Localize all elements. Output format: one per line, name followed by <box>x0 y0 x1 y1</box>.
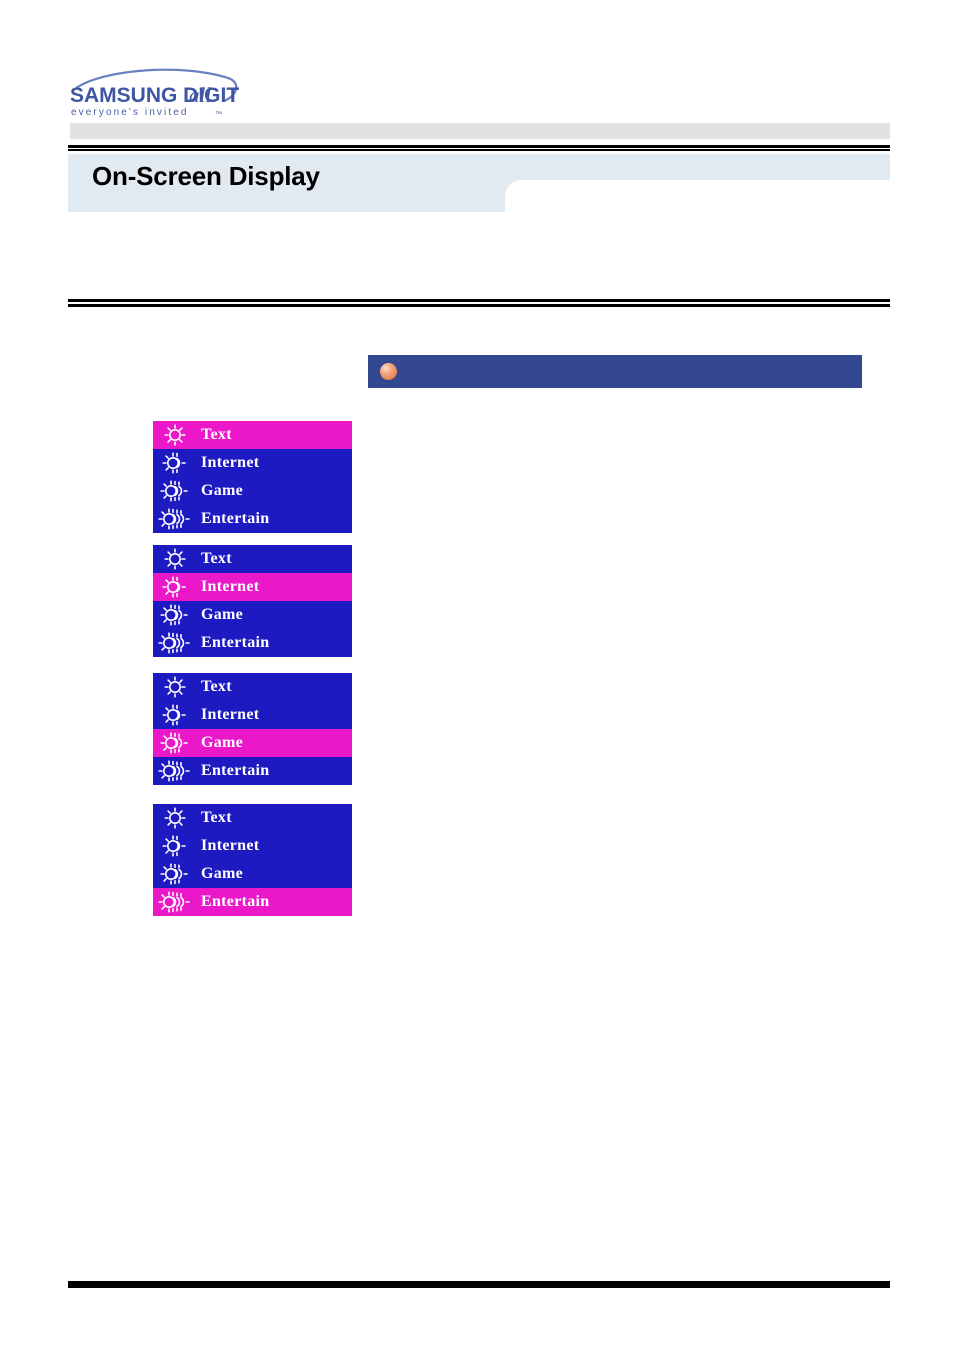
osd-row-game[interactable]: Game <box>153 601 352 629</box>
osd-row-label: Text <box>201 678 232 695</box>
osd-row-label: Internet <box>201 454 260 471</box>
osd-row-game[interactable]: Game <box>153 860 352 888</box>
osd-row-text[interactable]: Text <box>153 421 352 449</box>
osd-row-internet[interactable]: Internet <box>153 701 352 729</box>
osd-row-label: Entertain <box>201 634 270 651</box>
osd-row-label: Game <box>201 734 244 751</box>
osd-menu-panel-game-selected[interactable]: Text Internet Game Entertain <box>153 673 352 785</box>
page-title-band: On-Screen Display <box>68 154 890 212</box>
samsung-logo: SAMSUNG DIGIT all everyone's invited ™ <box>68 62 243 120</box>
osd-row-label: Entertain <box>201 510 270 527</box>
orange-sphere-bullet-icon <box>380 363 397 380</box>
osd-row-entertain[interactable]: Entertain <box>153 505 352 533</box>
osd-row-label: Text <box>201 550 232 567</box>
header-gray-bar <box>70 123 890 139</box>
footer-divider-rule <box>68 1281 890 1288</box>
logo-wordmark-main: SAMSUNG DIGIT <box>70 84 239 107</box>
osd-menu-panel-text-selected[interactable]: Text Internet Game Entertain <box>153 421 352 533</box>
brightness-level-4-icon <box>153 888 201 916</box>
rule-line-bottom <box>68 149 890 151</box>
osd-row-label: Text <box>201 426 232 443</box>
osd-row-label: Text <box>201 809 232 826</box>
brightness-level-1-icon <box>153 673 201 701</box>
brightness-level-1-icon <box>153 545 201 573</box>
osd-row-label: Internet <box>201 706 260 723</box>
osd-row-label: Game <box>201 865 244 882</box>
osd-row-text[interactable]: Text <box>153 804 352 832</box>
osd-row-entertain[interactable]: Entertain <box>153 888 352 916</box>
osd-row-text[interactable]: Text <box>153 673 352 701</box>
logo-wordmark-italic: all <box>189 83 211 107</box>
osd-row-label: Game <box>201 482 244 499</box>
brightness-level-4-icon <box>153 505 201 533</box>
brightness-level-3-icon <box>153 477 201 505</box>
brightness-level-4-icon <box>153 629 201 657</box>
header-divider-rule <box>68 145 890 152</box>
osd-row-game[interactable]: Game <box>153 477 352 505</box>
osd-menu-panel-entertain-selected[interactable]: Text Internet Game Entertain <box>153 804 352 916</box>
osd-row-label: Internet <box>201 837 260 854</box>
brightness-level-3-icon <box>153 601 201 629</box>
osd-row-internet[interactable]: Internet <box>153 573 352 601</box>
brightness-level-2-icon <box>153 701 201 729</box>
osd-row-entertain[interactable]: Entertain <box>153 629 352 657</box>
title-band-notch <box>505 180 527 202</box>
page-title: On-Screen Display <box>92 161 320 191</box>
osd-row-entertain[interactable]: Entertain <box>153 757 352 785</box>
brightness-level-2-icon <box>153 832 201 860</box>
section-divider-rule <box>68 299 890 307</box>
section-rule-bottom <box>68 304 890 307</box>
brightness-level-2-icon <box>153 449 201 477</box>
logo-tagline: everyone's invited <box>71 107 189 118</box>
osd-menu-panel-internet-selected[interactable]: Text Internet Game Entertain <box>153 545 352 657</box>
osd-row-label: Internet <box>201 578 260 595</box>
osd-row-label: Game <box>201 606 244 623</box>
brightness-level-2-icon <box>153 573 201 601</box>
osd-row-label: Entertain <box>201 893 270 910</box>
brightness-level-1-icon <box>153 421 201 449</box>
osd-row-game[interactable]: Game <box>153 729 352 757</box>
section-header-bar <box>368 355 862 388</box>
osd-row-internet[interactable]: Internet <box>153 449 352 477</box>
brightness-level-1-icon <box>153 804 201 832</box>
osd-row-label: Entertain <box>201 762 270 779</box>
brightness-level-3-icon <box>153 729 201 757</box>
brightness-level-4-icon <box>153 757 201 785</box>
osd-row-text[interactable]: Text <box>153 545 352 573</box>
logo-trademark: ™ <box>215 111 222 118</box>
osd-row-internet[interactable]: Internet <box>153 832 352 860</box>
brightness-level-3-icon <box>153 860 201 888</box>
